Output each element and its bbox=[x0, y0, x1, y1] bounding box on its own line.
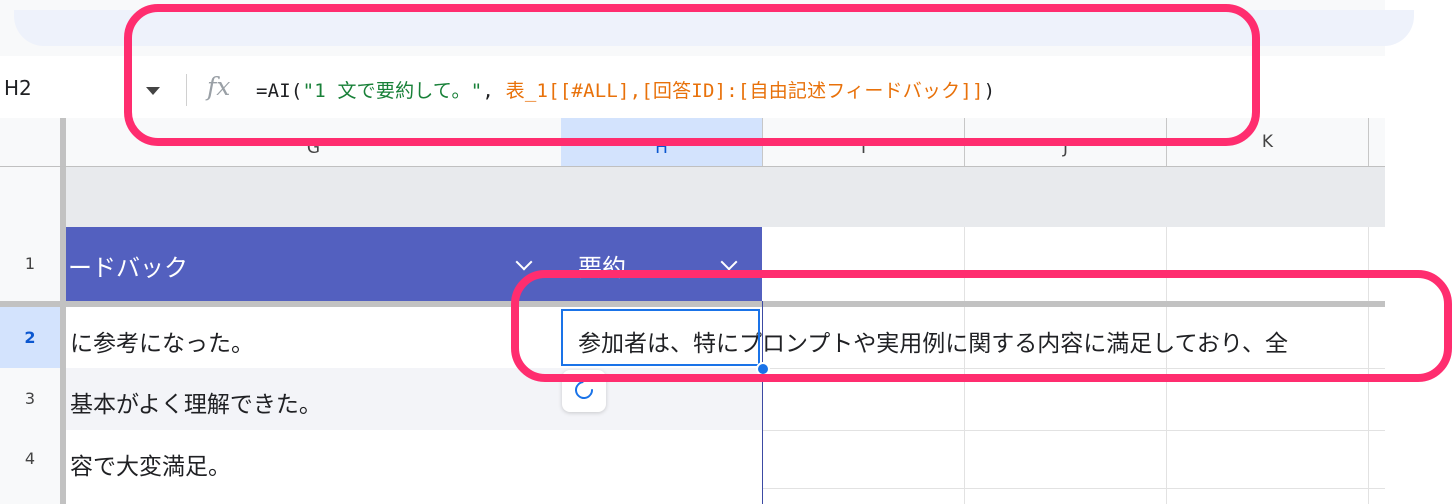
row-label: 4 bbox=[24, 449, 36, 468]
select-all-corner[interactable] bbox=[0, 118, 66, 166]
fill-handle[interactable] bbox=[756, 362, 770, 376]
gridline bbox=[763, 368, 1385, 369]
column-header-i[interactable]: I bbox=[763, 118, 965, 166]
gridline bbox=[1368, 227, 1369, 504]
row-label: 2 bbox=[24, 328, 36, 347]
toolbar-menu-bar bbox=[14, 10, 1414, 46]
column-header-row: G H I J K bbox=[0, 118, 1385, 167]
formula-token: , bbox=[482, 80, 506, 102]
cell-g4[interactable]: 容で大変満足。 bbox=[70, 447, 231, 481]
row-header-2[interactable]: 2 bbox=[0, 307, 66, 369]
formula-token-string: "1 文で要約して。" bbox=[302, 80, 483, 102]
refresh-icon bbox=[571, 377, 597, 403]
gridline bbox=[964, 227, 965, 504]
column-label: H bbox=[655, 138, 668, 158]
active-cell-selection[interactable] bbox=[561, 309, 760, 366]
formula-input[interactable]: =AI("1 文で要約して。", 表_1[[#ALL],[回答ID]:[自由記述… bbox=[256, 76, 995, 103]
frozen-row-divider[interactable] bbox=[0, 301, 1385, 307]
formula-bar-divider bbox=[186, 74, 187, 106]
table-header-feedback[interactable]: ードバック bbox=[68, 248, 188, 283]
gridline bbox=[763, 488, 1385, 489]
triangle-down-icon[interactable] bbox=[146, 87, 160, 95]
row-header-3[interactable]: 3 bbox=[0, 368, 66, 431]
row-header-1[interactable]: 1 bbox=[0, 227, 66, 302]
cell-g3[interactable]: 基本がよく理解できた。 bbox=[70, 385, 322, 419]
fx-icon: fx bbox=[207, 72, 231, 101]
column-label: G bbox=[306, 138, 321, 158]
column-label: I bbox=[860, 138, 866, 158]
column-header-j[interactable]: J bbox=[965, 118, 1167, 166]
row-label: 3 bbox=[24, 389, 36, 408]
row-header-4[interactable]: 4 bbox=[0, 430, 66, 489]
formula-token: =AI( bbox=[256, 80, 303, 102]
formula-token: ) bbox=[983, 80, 996, 102]
table-header-summary[interactable]: 要約 bbox=[578, 248, 626, 283]
refresh-button[interactable] bbox=[562, 370, 606, 412]
row-header-5[interactable] bbox=[0, 488, 66, 504]
column-label: J bbox=[1062, 138, 1068, 158]
row-label: 1 bbox=[24, 254, 36, 273]
frozen-blank-row bbox=[66, 167, 1385, 227]
row-header-blank[interactable] bbox=[0, 167, 66, 228]
column-header-h[interactable]: H bbox=[561, 118, 763, 166]
gridline bbox=[763, 430, 1385, 431]
formula-token-reference: 表_1[[#ALL],[回答ID]:[自由記述フィードバック]] bbox=[505, 80, 984, 102]
column-header-g[interactable]: G bbox=[66, 118, 562, 166]
column-header-k[interactable]: K bbox=[1167, 118, 1369, 166]
name-box[interactable]: H2 bbox=[4, 76, 32, 100]
gridline bbox=[1166, 227, 1167, 504]
cell-g2[interactable]: に参考になった。 bbox=[70, 324, 254, 358]
